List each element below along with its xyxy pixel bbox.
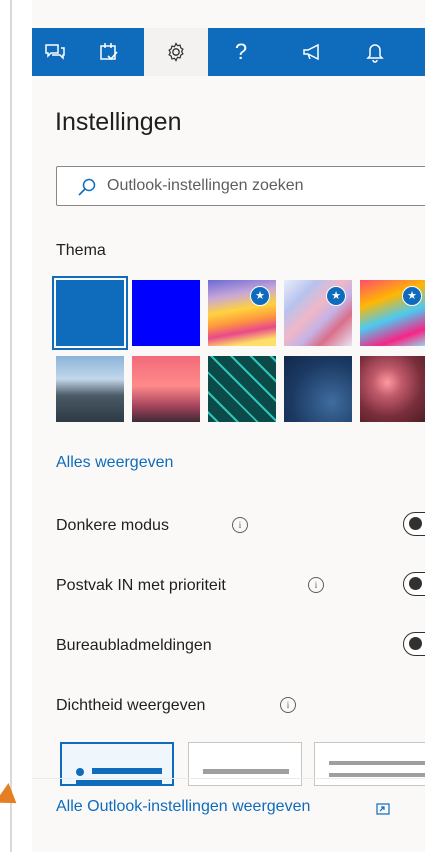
theme-swatch-mountain-sky[interactable]: [56, 356, 124, 422]
premium-star-icon: ★: [326, 286, 346, 306]
task-icon[interactable]: [86, 28, 132, 76]
help-icon[interactable]: ?: [218, 28, 264, 76]
footer-divider: [32, 778, 425, 779]
notification-bell-icon[interactable]: [352, 28, 398, 76]
density-option-medium[interactable]: [188, 742, 302, 786]
info-icon[interactable]: i: [232, 517, 248, 533]
info-icon[interactable]: i: [308, 577, 324, 593]
density-label: Dichtheid weergeven: [56, 697, 206, 714]
theme-swatch-sunset-palms[interactable]: [132, 356, 200, 422]
desktop-notifications-setting: Bureaubladmeldingen: [56, 632, 425, 662]
open-external-icon: [376, 802, 390, 820]
desktop-notifications-toggle[interactable]: [403, 632, 425, 656]
theme-swatch-bright-blue[interactable]: [132, 280, 200, 346]
dark-mode-label: Donkere modus: [56, 517, 169, 534]
theme-label: Thema: [56, 242, 106, 259]
search-placeholder: Outlook-instellingen zoeken: [107, 177, 304, 194]
all-outlook-settings-link[interactable]: Alle Outlook-instellingen weergeven: [56, 798, 310, 816]
feedback-icon[interactable]: [290, 28, 336, 76]
premium-star-icon: ★: [250, 286, 270, 306]
density-option-compact[interactable]: [314, 742, 425, 786]
search-icon: [77, 177, 97, 202]
annotation-arrow: [0, 783, 24, 813]
dark-mode-toggle[interactable]: [403, 512, 425, 536]
chat-icon[interactable]: [32, 28, 78, 76]
focused-inbox-toggle[interactable]: [403, 572, 425, 596]
info-icon[interactable]: i: [280, 697, 296, 713]
theme-swatch-blue[interactable]: [52, 276, 128, 350]
theme-swatch-circuit[interactable]: [208, 356, 276, 422]
density-option-full[interactable]: [60, 742, 174, 786]
theme-swatch-pastel-ribbons[interactable]: ★: [284, 280, 352, 346]
focused-inbox-label: Postvak IN met prioriteit: [56, 577, 226, 594]
theme-swatch-elevation-blueprint[interactable]: [284, 356, 352, 422]
settings-search-input[interactable]: Outlook-instellingen zoeken: [56, 166, 425, 206]
density-setting: Dichtheid weergeven i: [56, 692, 425, 722]
focused-inbox-setting: Postvak IN met prioriteit i: [56, 572, 425, 602]
top-toolbar: ?: [32, 28, 425, 76]
show-all-themes-link[interactable]: Alles weergeven: [56, 454, 173, 472]
desktop-notifications-label: Bureaubladmeldingen: [56, 637, 212, 654]
theme-swatch-bokeh-lights[interactable]: [360, 356, 425, 422]
settings-gear-icon[interactable]: [144, 28, 208, 76]
theme-swatch-rainbow-waves[interactable]: ★: [208, 280, 276, 346]
theme-swatch-colorful-art[interactable]: ★: [360, 280, 425, 346]
settings-panel: ? Instellingen Outlook-instellingen zoek…: [32, 0, 425, 852]
settings-title: Instellingen: [55, 108, 182, 136]
dark-mode-setting: Donkere modus i: [56, 512, 425, 542]
window-frame-edge: [10, 0, 12, 852]
premium-star-icon: ★: [402, 286, 422, 306]
